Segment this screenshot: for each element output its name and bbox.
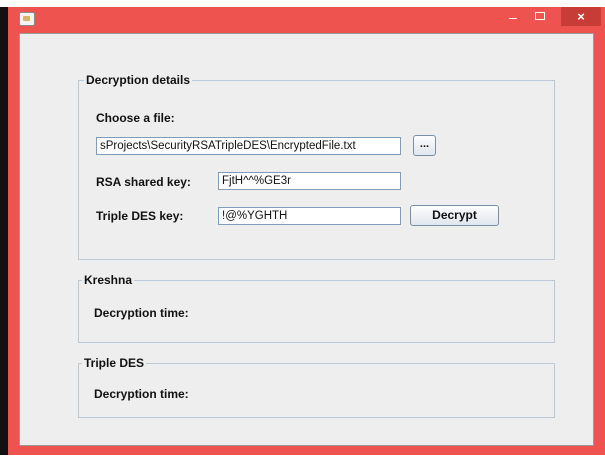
close-button[interactable]: × — [561, 7, 601, 26]
minimize-button[interactable]: – — [501, 9, 525, 25]
triple-des-group: Triple DES Decryption time: — [78, 356, 555, 418]
file-path-input[interactable]: sProjects\SecurityRSATripleDES\Encrypted… — [96, 137, 401, 155]
triple-des-key-label: Triple DES key: — [96, 209, 184, 223]
rsa-key-label: RSA shared key: — [96, 175, 191, 189]
maximize-button[interactable] — [528, 9, 552, 25]
java-app-icon — [19, 12, 35, 26]
choose-file-label: Choose a file: — [96, 111, 175, 125]
browse-button[interactable]: ... — [413, 135, 436, 156]
left-edge — [0, 7, 8, 455]
decrypt-button[interactable]: Decrypt — [410, 205, 499, 226]
triple-des-key-input[interactable]: !@%YGHTH — [218, 207, 401, 225]
decryption-details-legend: Decryption details — [84, 73, 193, 87]
maximize-icon — [535, 12, 545, 20]
kreshna-decryption-time-label: Decryption time: — [94, 306, 189, 320]
triple-des-decryption-time-label: Decryption time: — [94, 387, 189, 401]
rsa-key-input[interactable]: FjtH^^%GE3r — [218, 172, 401, 190]
content-panel: Decryption details Choose a file: sProje… — [19, 33, 594, 446]
kreshna-legend: Kreshna — [82, 273, 135, 287]
kreshna-group: Kreshna Decryption time: — [78, 273, 555, 343]
decryption-details-group: Decryption details Choose a file: sProje… — [78, 73, 555, 260]
triple-des-legend: Triple DES — [82, 356, 147, 370]
